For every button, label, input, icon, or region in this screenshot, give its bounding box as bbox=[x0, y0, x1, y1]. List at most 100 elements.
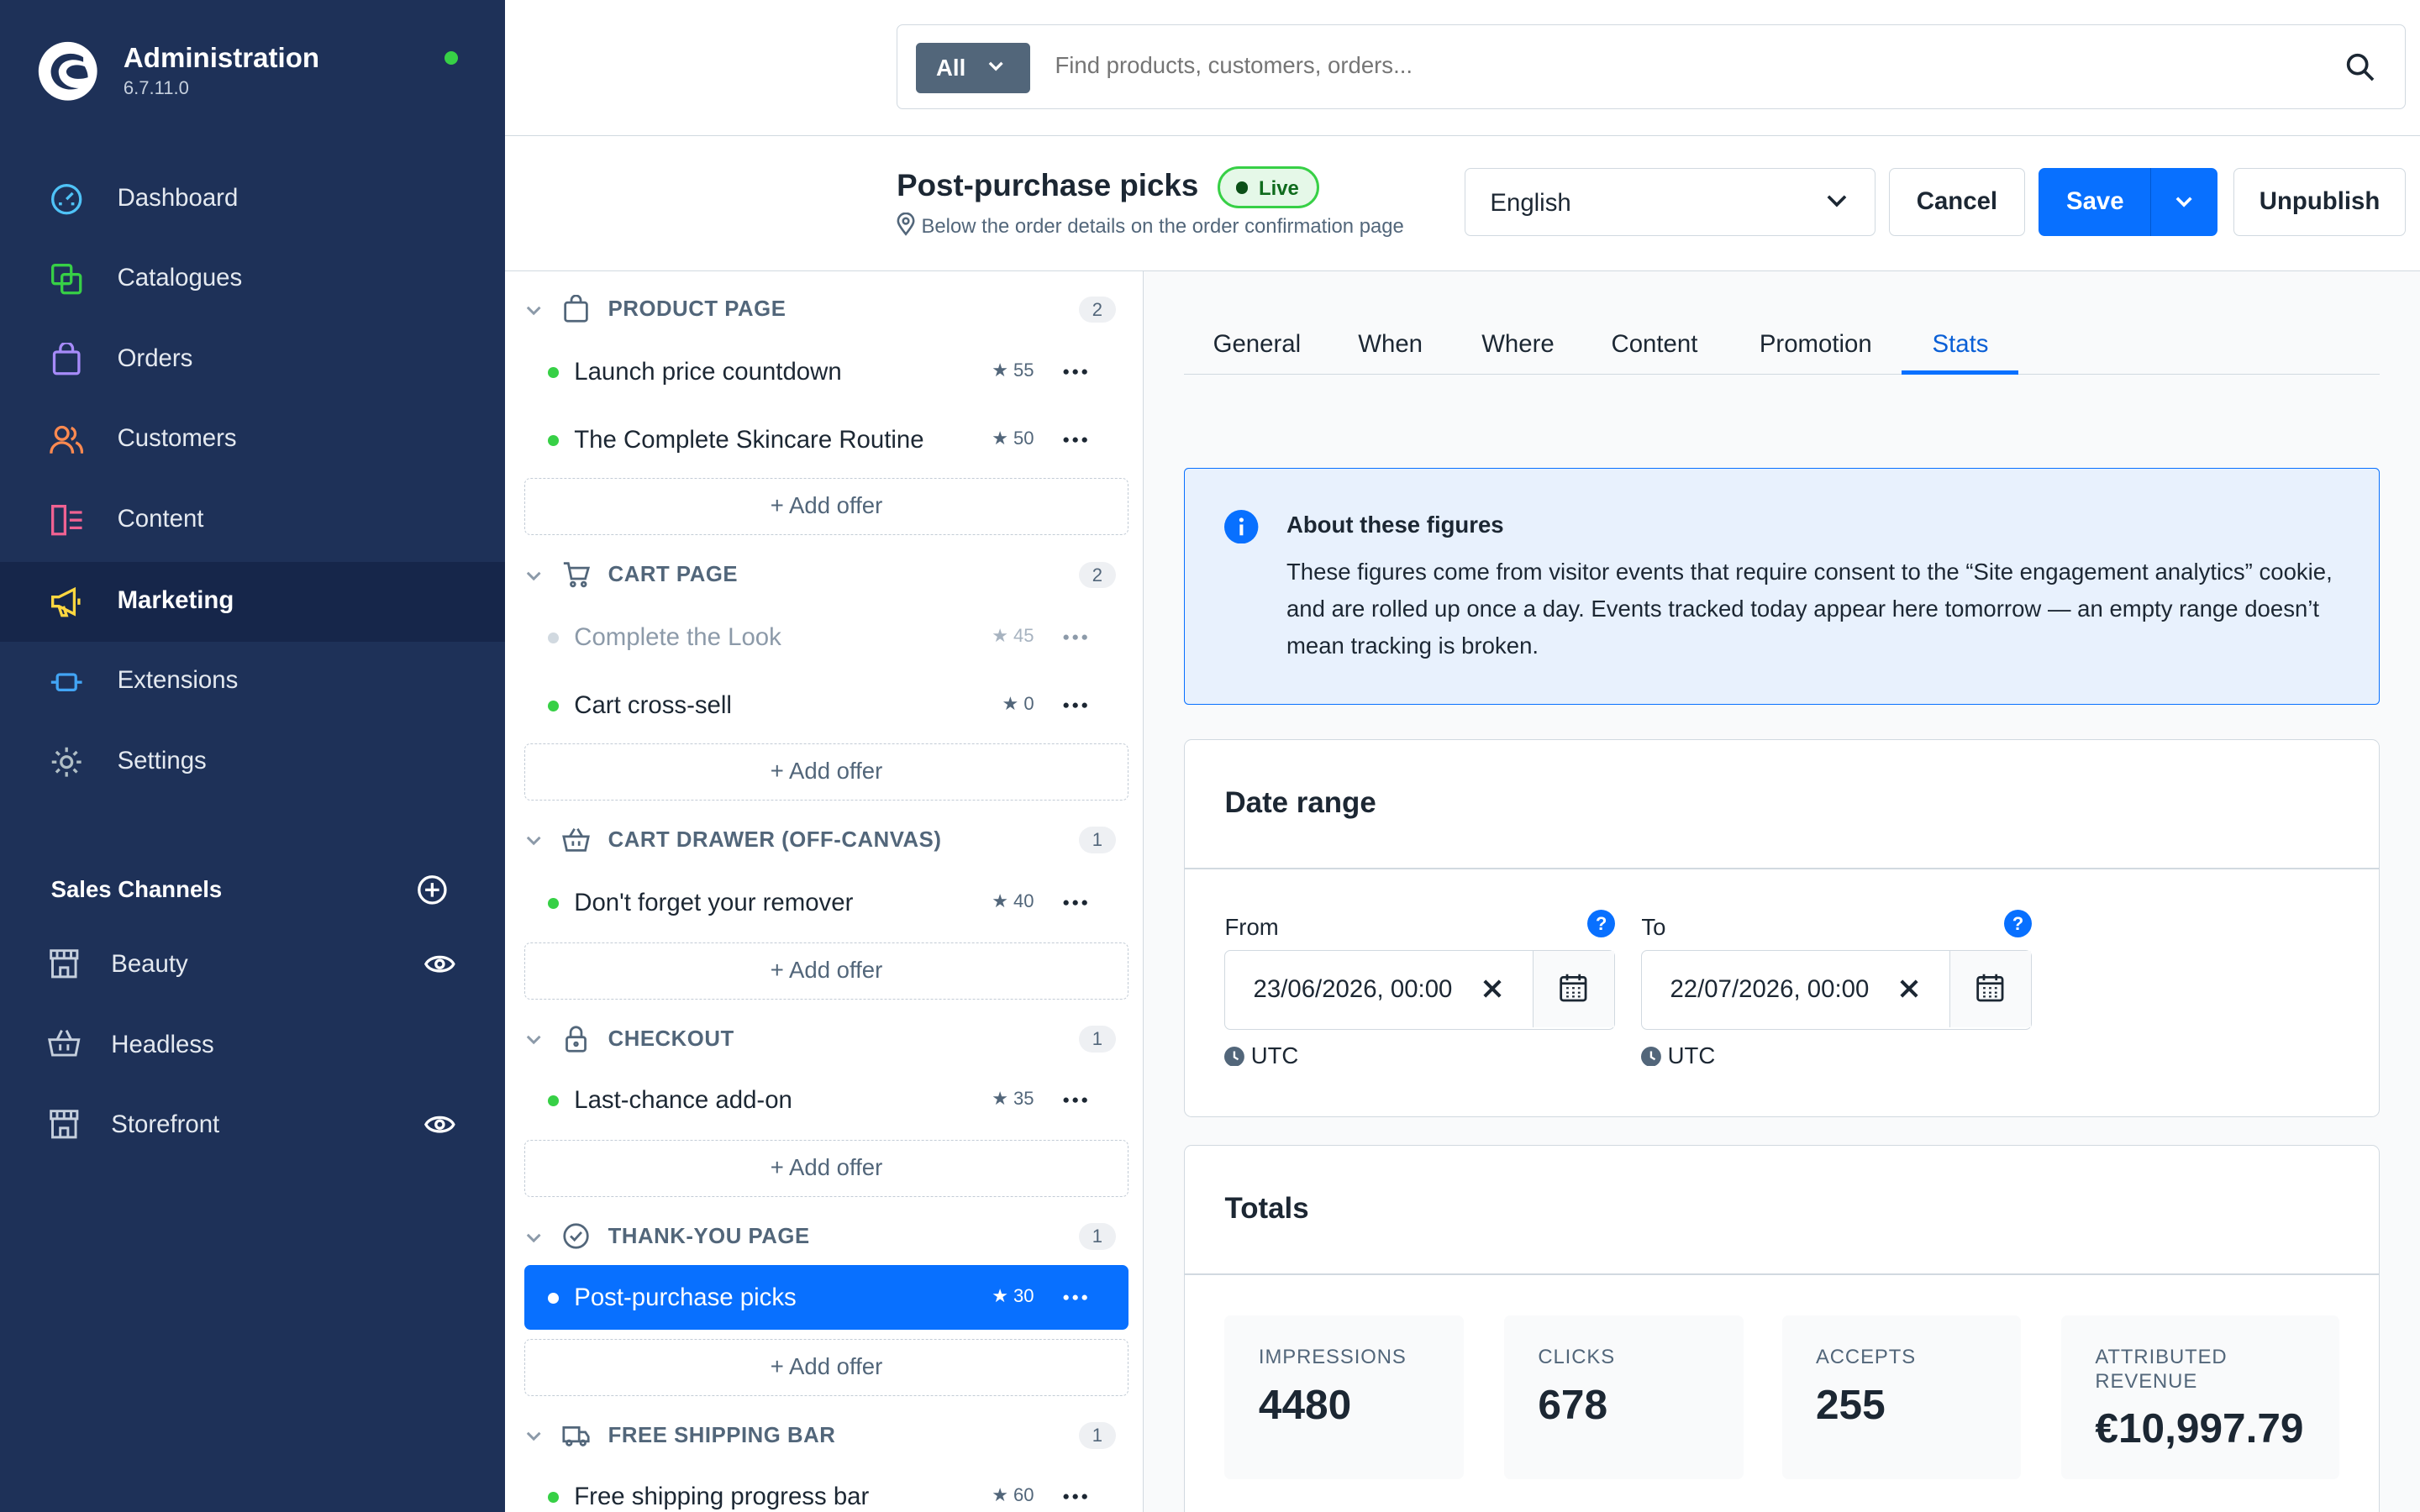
clear-icon[interactable] bbox=[1900, 979, 1918, 999]
bag-icon bbox=[563, 294, 588, 323]
more-options-icon[interactable] bbox=[1063, 369, 1088, 375]
to-date-field[interactable]: 22/07/2026, 00:00 bbox=[1641, 949, 2033, 1031]
offer-name: Cart cross-sell bbox=[574, 690, 732, 719]
nav-marketing[interactable]: Marketing bbox=[0, 561, 505, 643]
sales-channel-headless[interactable]: Headless bbox=[0, 1006, 505, 1087]
tab-content[interactable]: Content bbox=[1612, 330, 1698, 359]
offer-name: Don't forget your remover bbox=[574, 888, 854, 916]
clear-icon[interactable] bbox=[1483, 979, 1502, 999]
more-options-icon[interactable] bbox=[1063, 1294, 1088, 1300]
add-offer-button[interactable]: + Add offer bbox=[524, 743, 1128, 801]
offer-item[interactable]: Cart cross-sell ★ 0 bbox=[524, 673, 1128, 738]
add-offer-button[interactable]: + Add offer bbox=[524, 478, 1128, 536]
offer-detail: General When Where Content Promotion Sta… bbox=[1144, 271, 2420, 1512]
nav-customers[interactable]: Customers bbox=[0, 400, 505, 480]
sales-channel-label: Storefront bbox=[111, 1110, 220, 1139]
nav-label: Marketing bbox=[117, 585, 234, 614]
more-options-icon[interactable] bbox=[1063, 702, 1088, 708]
chevron-down-icon bbox=[527, 837, 541, 846]
nav-orders[interactable]: Orders bbox=[0, 319, 505, 400]
offer-priority: ★ 45 bbox=[992, 624, 1034, 646]
tab-bar: General When Where Content Promotion Sta… bbox=[1183, 324, 2381, 375]
unpublish-button[interactable]: Unpublish bbox=[2233, 168, 2407, 236]
tab-stats[interactable]: Stats bbox=[1933, 330, 1989, 359]
divider bbox=[1184, 1273, 2380, 1276]
storefront-icon bbox=[50, 1109, 79, 1139]
active-status-dot bbox=[548, 897, 559, 909]
section-product-page[interactable]: PRODUCT PAGE 2 bbox=[505, 279, 1143, 340]
offer-item[interactable]: Free shipping progress bar ★ 60 bbox=[524, 1464, 1128, 1512]
more-options-icon[interactable] bbox=[1063, 900, 1088, 906]
save-options-button[interactable] bbox=[2149, 168, 2218, 236]
plug-icon bbox=[50, 672, 82, 691]
offer-item-selected[interactable]: Post-purchase picks ★ 30 bbox=[524, 1265, 1128, 1331]
nav-dashboard[interactable]: Dashboard bbox=[0, 159, 505, 239]
save-button[interactable]: Save bbox=[2039, 168, 2152, 236]
chevron-down-icon bbox=[527, 571, 541, 580]
more-options-icon[interactable] bbox=[1063, 1494, 1088, 1499]
add-offer-button[interactable]: + Add offer bbox=[524, 1140, 1128, 1198]
section-cart-page[interactable]: CART PAGE 2 bbox=[505, 544, 1143, 606]
section-cart-drawer[interactable]: CART DRAWER (OFF-CANVAS) 1 bbox=[505, 810, 1143, 871]
add-offer-button[interactable]: + Add offer bbox=[524, 1339, 1128, 1397]
offer-item[interactable]: Don't forget your remover ★ 40 bbox=[524, 870, 1128, 935]
calendar-icon bbox=[1976, 974, 2004, 1002]
tab-where[interactable]: Where bbox=[1481, 330, 1555, 359]
cart-icon bbox=[563, 561, 590, 587]
section-count-badge: 1 bbox=[1078, 1026, 1116, 1053]
sales-channel-storefront[interactable]: Storefront bbox=[0, 1086, 505, 1167]
tab-when[interactable]: When bbox=[1358, 330, 1423, 359]
location-pin-icon bbox=[897, 213, 915, 237]
nav-extensions[interactable]: Extensions bbox=[0, 642, 505, 722]
info-body: These figures come from visitor events t… bbox=[1286, 558, 2333, 659]
basket-icon bbox=[47, 1030, 81, 1057]
sales-channel-beauty[interactable]: Beauty bbox=[0, 926, 505, 1006]
nav-settings[interactable]: Settings bbox=[0, 722, 505, 803]
section-count-badge: 1 bbox=[1078, 1223, 1116, 1250]
stat-value: €10,997.79 bbox=[2095, 1404, 2304, 1452]
sales-channels-heading: Sales Channels bbox=[50, 876, 223, 903]
language-select[interactable]: English bbox=[1465, 168, 1876, 236]
calendar-button[interactable] bbox=[1949, 950, 2032, 1028]
help-icon[interactable]: ? bbox=[1587, 909, 1616, 937]
nav-content[interactable]: Content bbox=[0, 480, 505, 560]
brand[interactable]: Administration 6.7.11.0 bbox=[37, 40, 319, 102]
calendar-button[interactable] bbox=[1532, 950, 1615, 1028]
chevron-down-icon bbox=[527, 306, 541, 315]
megaphone-icon bbox=[50, 586, 81, 617]
offer-item[interactable]: The Complete Skincare Routine ★ 50 bbox=[524, 407, 1128, 472]
offer-item[interactable]: Launch price countdown ★ 55 bbox=[524, 339, 1128, 404]
offer-item[interactable]: Last-chance add-on ★ 35 bbox=[524, 1068, 1128, 1132]
search-icon[interactable] bbox=[2345, 52, 2376, 83]
more-options-icon[interactable] bbox=[1063, 1097, 1088, 1103]
offer-name: Free shipping progress bar bbox=[574, 1483, 870, 1511]
stat-label: ACCEPTS bbox=[1815, 1345, 1917, 1368]
section-thank-you-page[interactable]: THANK-YOU PAGE 1 bbox=[505, 1206, 1143, 1268]
help-icon[interactable]: ? bbox=[2004, 909, 2033, 937]
from-date-value: 23/06/2026, 00:00 bbox=[1253, 974, 1453, 1003]
lock-icon bbox=[565, 1025, 587, 1053]
eye-icon[interactable] bbox=[424, 1112, 455, 1137]
search-scope-dropdown[interactable]: All bbox=[916, 42, 1031, 94]
offer-item[interactable]: Complete the Look ★ 45 bbox=[524, 605, 1128, 669]
storefront-icon bbox=[50, 948, 79, 979]
eye-icon[interactable] bbox=[424, 952, 455, 976]
section-free-shipping-bar[interactable]: FREE SHIPPING BAR 1 bbox=[505, 1405, 1143, 1467]
more-options-icon[interactable] bbox=[1063, 437, 1088, 443]
cancel-button[interactable]: Cancel bbox=[1889, 168, 2025, 236]
from-date-field[interactable]: 23/06/2026, 00:00 bbox=[1224, 949, 1616, 1031]
sidebar: Administration 6.7.11.0 Dashboard Catalo… bbox=[0, 0, 505, 1512]
tab-general[interactable]: General bbox=[1213, 330, 1302, 359]
tab-promotion[interactable]: Promotion bbox=[1760, 330, 1872, 359]
add-offer-button[interactable]: + Add offer bbox=[524, 942, 1128, 1000]
timezone-label: UTC bbox=[1250, 1042, 1299, 1068]
to-timezone: UTC bbox=[1641, 1042, 1715, 1069]
nav-catalogues[interactable]: Catalogues bbox=[0, 239, 505, 320]
add-sales-channel-icon[interactable] bbox=[417, 874, 448, 906]
chevron-down-icon bbox=[989, 61, 1004, 71]
section-checkout[interactable]: CHECKOUT 1 bbox=[505, 1009, 1143, 1070]
gauge-icon bbox=[50, 183, 82, 215]
more-options-icon[interactable] bbox=[1063, 634, 1088, 640]
search-input[interactable] bbox=[1055, 51, 2136, 79]
stat-value: 678 bbox=[1538, 1380, 1608, 1428]
